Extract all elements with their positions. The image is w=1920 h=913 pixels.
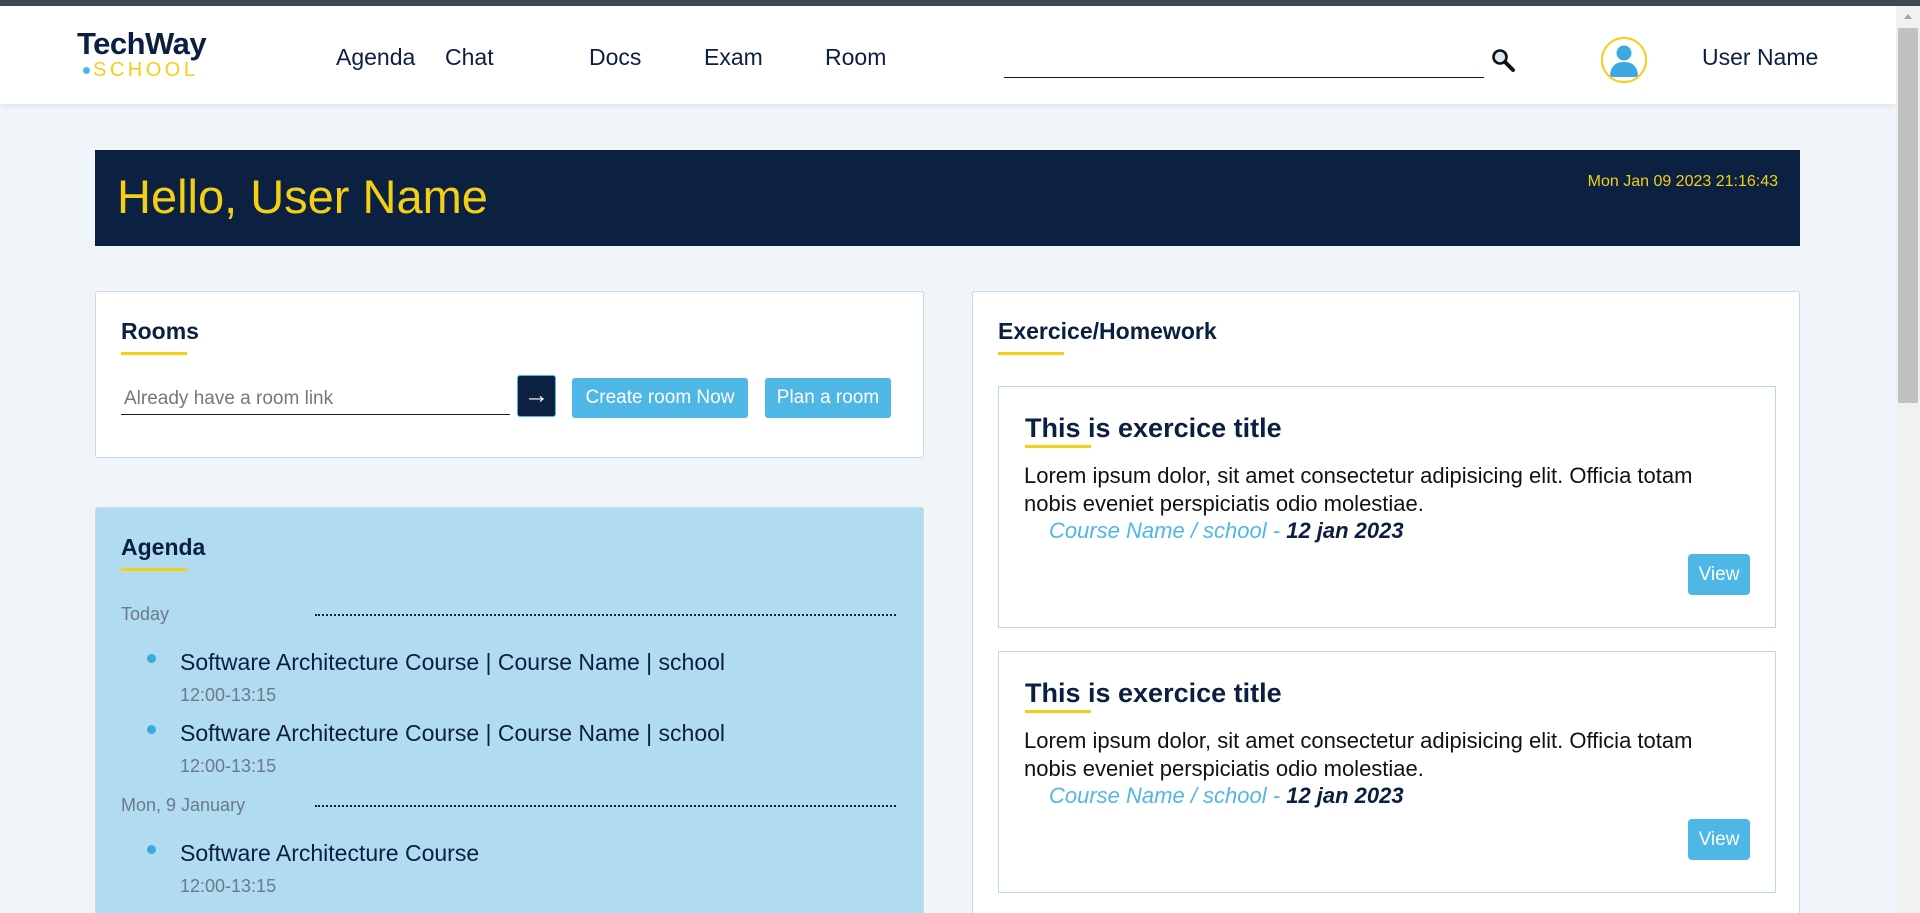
exercise-description: Lorem ipsum dolor, sit amet consectetur … (1024, 463, 1693, 516)
logo-top-text: TechWay (77, 26, 207, 61)
greeting-title: Hello, User Name (117, 170, 488, 223)
exercise-meta: Course Name / school - 12 jan 2023 (1049, 785, 1404, 807)
day-divider (315, 805, 896, 807)
navbar: TechWay SCHOOL Agenda Chat Docs Exam Roo… (0, 6, 1896, 104)
scroll-up-icon[interactable] (1900, 8, 1916, 24)
agenda-panel: Agenda Today Software Architecture Cours… (95, 507, 924, 913)
exercise-title: This is exercice title (1025, 678, 1282, 708)
agenda-event-title[interactable]: Software Architecture Course (180, 842, 479, 865)
agenda-day-label: Today (121, 604, 170, 624)
agenda-day-label: Mon, 9 January (121, 795, 246, 815)
exercise-date: 12 jan 2023 (1286, 783, 1404, 808)
nav-link-chat[interactable]: Chat (445, 46, 494, 69)
title-underline (121, 352, 187, 355)
exercise-date: 12 jan 2023 (1286, 518, 1404, 543)
hero-banner: Hello, User Name Mon Jan 09 2023 21:16:4… (95, 150, 1800, 246)
bullet-icon (147, 845, 156, 854)
join-room-arrow-button[interactable]: → (517, 375, 556, 417)
agenda-title: Agenda (121, 534, 206, 560)
exercise-card: This is exercice title Lorem ipsum dolor… (998, 651, 1776, 893)
title-underline (121, 568, 187, 571)
exercise-panel: Exercice/Homework This is exercice title… (972, 291, 1800, 913)
nav-link-docs[interactable]: Docs (589, 46, 641, 69)
agenda-event-title[interactable]: Software Architecture Course | Course Na… (180, 651, 725, 674)
room-link-input[interactable] (121, 383, 510, 415)
agenda-event-time: 12:00-13:15 (180, 756, 277, 776)
day-divider (315, 614, 896, 616)
agenda-event-time: 12:00-13:15 (180, 685, 277, 705)
exercise-panel-title: Exercice/Homework (998, 318, 1217, 344)
agenda-event-time: 12:00-13:15 (180, 876, 277, 896)
rooms-title: Rooms (121, 318, 199, 344)
search-input[interactable] (1004, 50, 1484, 78)
nav-link-agenda[interactable]: Agenda (336, 46, 415, 69)
datetime-label: Mon Jan 09 2023 21:16:43 (1587, 173, 1778, 190)
agenda-event-title[interactable]: Software Architecture Course | Course Na… (180, 722, 725, 745)
rooms-panel: Rooms → Create room Now Plan a room (95, 291, 924, 458)
exercise-title-underline (1025, 445, 1091, 448)
exercise-course: Course Name / school - (1049, 518, 1287, 543)
view-button[interactable]: View (1688, 554, 1750, 595)
exercise-description: Lorem ipsum dolor, sit amet consectetur … (1024, 728, 1693, 781)
user-name-label[interactable]: User Name (1702, 46, 1818, 69)
logo-school-text: SCHOOL (93, 59, 199, 81)
logo-dot-icon (83, 67, 90, 74)
arrow-right-icon: → (524, 381, 549, 409)
create-room-button[interactable]: Create room Now (572, 378, 748, 418)
bullet-icon (147, 725, 156, 734)
search-icon[interactable] (1490, 47, 1516, 73)
view-button[interactable]: View (1688, 819, 1750, 860)
logo-bottom-text: SCHOOL (83, 60, 227, 80)
nav-link-room[interactable]: Room (825, 46, 886, 69)
scrollbar-thumb[interactable] (1898, 28, 1918, 403)
techway-logo[interactable]: TechWay SCHOOL (77, 28, 227, 84)
bullet-icon (147, 654, 156, 663)
title-underline (998, 352, 1064, 355)
exercise-card: This is exercice title Lorem ipsum dolor… (998, 386, 1776, 628)
exercise-meta: Course Name / school - 12 jan 2023 (1049, 520, 1404, 542)
nav-link-exam[interactable]: Exam (704, 46, 763, 69)
plan-room-button[interactable]: Plan a room (765, 378, 891, 418)
exercise-title: This is exercice title (1025, 413, 1282, 443)
exercise-course: Course Name / school - (1049, 783, 1287, 808)
exercise-title-underline (1025, 710, 1091, 713)
user-avatar-icon[interactable] (1601, 37, 1647, 83)
